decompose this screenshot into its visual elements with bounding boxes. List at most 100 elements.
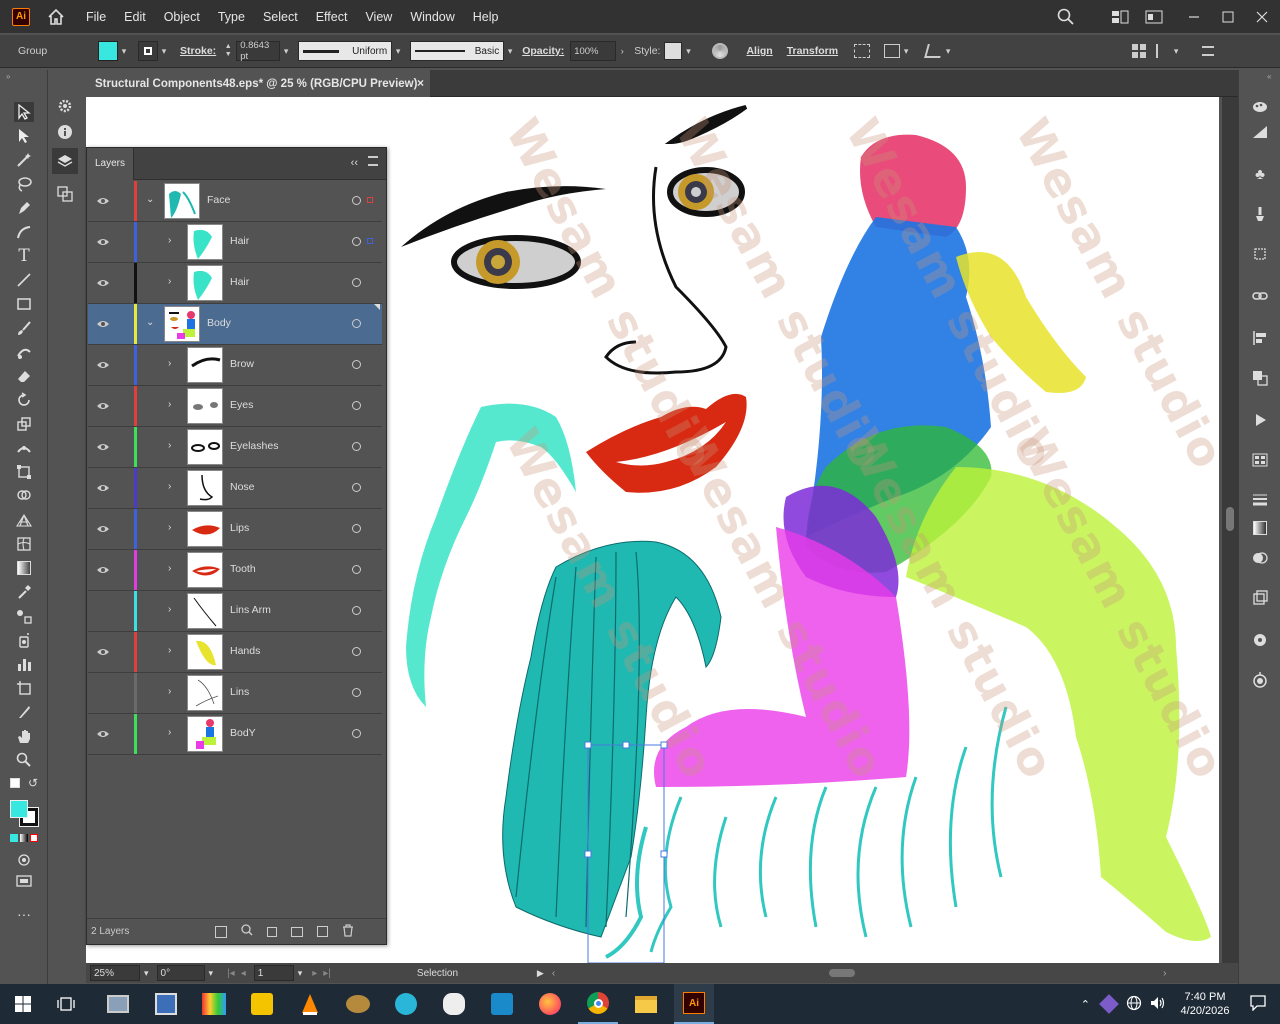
make-clipping-mask-icon[interactable] (267, 926, 278, 937)
clock[interactable]: 7:40 PM 4/20/2026 (1176, 990, 1234, 1018)
photos-app-icon[interactable] (98, 984, 138, 1024)
chevron-down-icon[interactable]: ▾ (280, 41, 292, 61)
chrome-icon[interactable] (578, 984, 618, 1024)
chevron-down-icon[interactable]: ▾ (1170, 41, 1182, 61)
fill-color-indicator[interactable] (10, 800, 28, 818)
stroke-panel-icon[interactable] (1250, 490, 1270, 510)
chevron-down-icon[interactable]: ⌄ (146, 317, 154, 328)
target-circle-icon[interactable] (352, 688, 361, 697)
film-app-icon[interactable] (386, 984, 426, 1024)
align-button[interactable]: Align (746, 45, 772, 57)
chevron-down-icon[interactable]: ⌄ (146, 194, 154, 205)
opacity-input[interactable]: 100% (570, 41, 617, 61)
selected-art-indicator[interactable] (367, 197, 373, 203)
layer-row[interactable]: › Lins Arm (88, 591, 382, 632)
layer-name[interactable]: Eyelashes (230, 440, 278, 452)
player-app-icon[interactable] (242, 984, 282, 1024)
width-tool-icon[interactable] (14, 438, 34, 458)
transform-button[interactable]: Transform (787, 45, 838, 57)
layer-row[interactable]: › Hands (88, 632, 382, 673)
layer-row[interactable]: › Lins (88, 673, 382, 714)
chevron-right-icon[interactable]: › (168, 358, 171, 369)
chevron-down-icon[interactable]: ▾ (209, 968, 214, 979)
appearance-icon[interactable] (1250, 588, 1270, 608)
prev-artboard-icon[interactable]: ◂ (241, 968, 246, 979)
artboard-number-input[interactable]: 1 (253, 965, 294, 981)
chevron-down-icon[interactable]: ▾ (682, 41, 694, 61)
file-explorer-icon[interactable] (626, 984, 666, 1024)
layer-row[interactable]: › Brow (88, 345, 382, 386)
menu-help[interactable]: Help (473, 10, 499, 24)
minimize-icon[interactable] (1180, 7, 1208, 27)
home-icon[interactable] (46, 8, 66, 26)
chevron-right-icon[interactable]: › (616, 41, 628, 61)
close-tab-icon[interactable]: × (417, 76, 424, 90)
selected-art-indicator[interactable] (367, 238, 373, 244)
recolor-icon[interactable] (712, 43, 729, 59)
vertical-scrollbar[interactable] (1222, 97, 1238, 963)
chevron-right-icon[interactable]: › (168, 440, 171, 451)
visibility-eye-icon[interactable] (96, 359, 110, 369)
chevron-right-icon[interactable]: › (168, 563, 171, 574)
visibility-eye-icon[interactable] (96, 318, 110, 328)
menu-view[interactable]: View (365, 10, 392, 24)
swap-fill-stroke-icon[interactable] (10, 778, 20, 788)
gradient-tool-icon[interactable] (14, 558, 34, 578)
illustrator-taskbar-icon[interactable]: Ai (674, 984, 714, 1024)
menu-type[interactable]: Type (218, 10, 245, 24)
stroke-label[interactable]: Stroke: (180, 45, 216, 57)
layer-name[interactable]: Body (207, 317, 231, 329)
trash-icon[interactable] (342, 923, 354, 940)
new-sublayer-icon[interactable] (291, 926, 304, 937)
stroke-stepper[interactable]: ▲ ▼ (222, 41, 234, 61)
menu-effect[interactable]: Effect (316, 10, 348, 24)
workspace-icon[interactable] (1106, 7, 1134, 27)
network-icon[interactable] (1126, 995, 1142, 1014)
scroll-thumb[interactable] (1226, 507, 1234, 531)
info-icon[interactable] (55, 122, 75, 142)
close-icon[interactable] (1248, 7, 1276, 27)
target-circle-icon[interactable] (352, 647, 361, 656)
mesh-tool-icon[interactable] (14, 534, 34, 554)
selection-tool-icon[interactable] (14, 102, 34, 122)
new-layer-icon[interactable] (317, 926, 329, 937)
chevron-right-icon[interactable]: › (168, 235, 171, 246)
symbol-sprayer-icon[interactable] (14, 630, 34, 650)
first-artboard-icon[interactable]: |◂ (227, 968, 235, 979)
eraser-tool-icon[interactable] (14, 366, 34, 386)
visibility-eye-icon[interactable] (96, 195, 110, 205)
curvature-tool-icon[interactable] (14, 222, 34, 242)
chevron-down-icon[interactable]: ▾ (118, 41, 130, 61)
visibility-eye-icon[interactable] (96, 482, 110, 492)
gradient-panel-icon[interactable] (1250, 518, 1270, 538)
chevron-right-icon[interactable]: › (168, 276, 171, 287)
blend-tool-icon[interactable] (14, 606, 34, 626)
chevron-right-icon[interactable]: › (168, 727, 171, 738)
h-scroll-thumb[interactable] (829, 969, 856, 977)
inkscape-icon[interactable] (434, 984, 474, 1024)
menu-file[interactable]: File (86, 10, 106, 24)
stroke-weight-input[interactable]: 0.8643 pt (236, 40, 281, 62)
rotate-tool-icon[interactable] (14, 390, 34, 410)
chevron-right-icon[interactable]: › (168, 399, 171, 410)
screen-mode-icon[interactable] (14, 872, 34, 892)
layers-tab[interactable]: Layers (87, 147, 135, 180)
layer-name[interactable]: Lins (230, 686, 249, 698)
chevron-right-icon[interactable]: › (168, 604, 171, 615)
visibility-eye-icon[interactable] (96, 277, 110, 287)
line-tool-icon[interactable] (14, 270, 34, 290)
layer-row[interactable]: › Hair (88, 263, 382, 304)
visibility-eye-icon[interactable] (96, 646, 110, 656)
layer-name[interactable]: Nose (230, 481, 255, 493)
chevron-down-icon[interactable]: ▾ (392, 41, 404, 61)
locate-object-icon[interactable] (241, 924, 253, 939)
vlc-icon[interactable] (290, 984, 330, 1024)
visibility-eye-icon[interactable] (96, 605, 110, 615)
arrange-docs-icon[interactable] (1140, 7, 1168, 27)
tray-chevron-icon[interactable]: ⌃ (1081, 998, 1090, 1011)
layer-name[interactable]: Lips (230, 522, 249, 534)
type-tool-icon[interactable]: T (14, 246, 34, 266)
notifications-icon[interactable] (1250, 994, 1266, 1014)
color-panel-icon[interactable] (1250, 96, 1270, 116)
layer-name[interactable]: Tooth (230, 563, 256, 575)
